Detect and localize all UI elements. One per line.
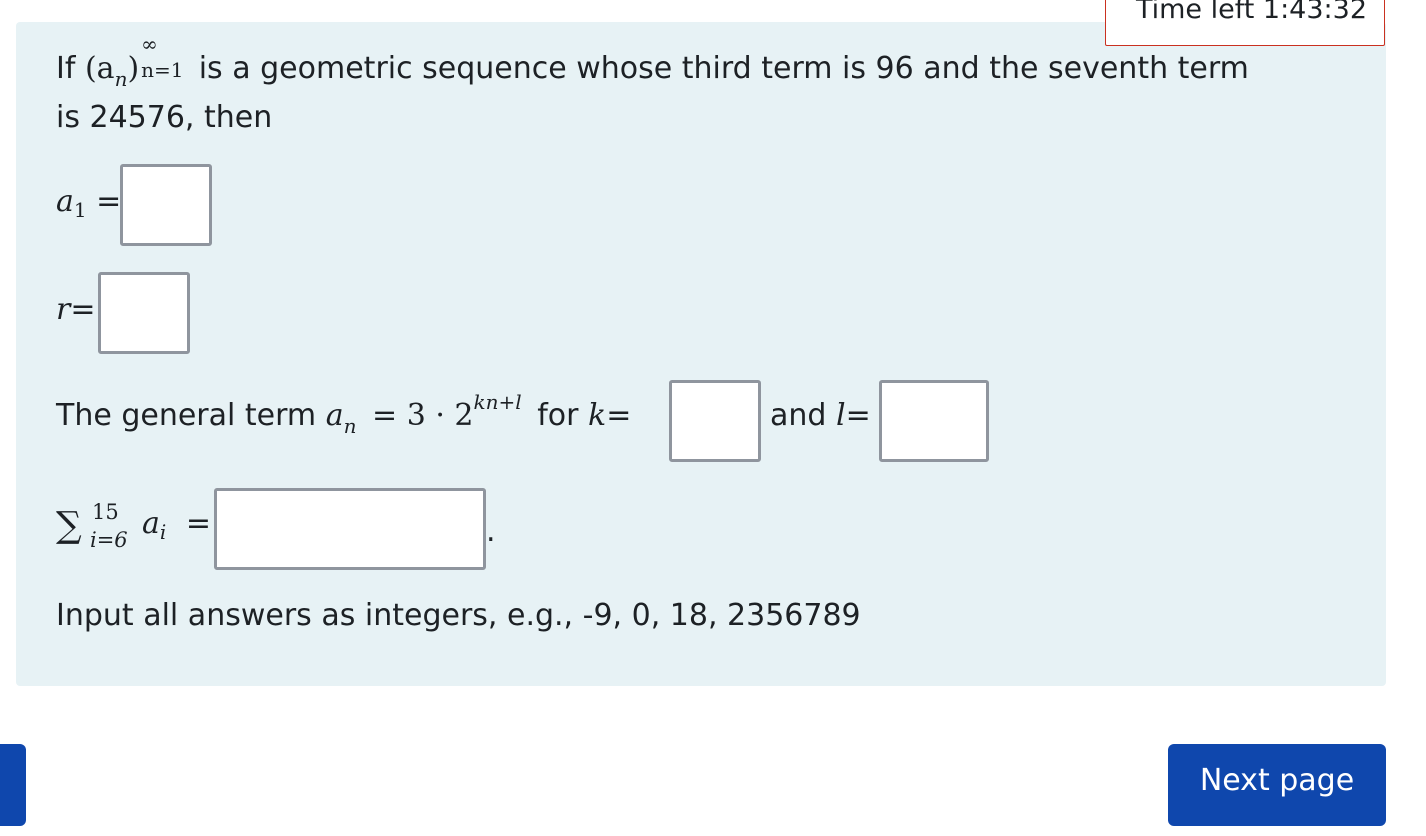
next-page-button[interactable]: Next page [1168,744,1386,826]
previous-page-button[interactable] [0,744,26,826]
r-label: r= [56,292,96,327]
a1-input[interactable] [123,167,209,243]
l-label: and l= [770,398,871,433]
r-input[interactable] [101,275,187,351]
timer: Time left 1:43:32 [1105,0,1385,46]
k-answer-box[interactable] [669,380,761,462]
sequence-notation: (an) ∞ n=1 [84,32,184,91]
a1-answer-box[interactable] [120,164,212,246]
k-input[interactable] [672,383,758,459]
l-input[interactable] [882,383,986,459]
question-intro-line2: is 24576, then [56,100,273,135]
sum-period: . [486,514,496,549]
l-answer-box[interactable] [879,380,989,462]
general-term-label: The general term an = 3 · 2kn+l for k= [56,390,632,438]
next-page-label: Next page [1199,763,1355,798]
sum-answer-box[interactable] [214,488,486,570]
timer-label: Time left 1:43:32 [1135,0,1367,25]
a1-label: a1 = [56,184,122,222]
question-intro-line1: If (an) ∞ n=1 is a geometric sequence whos… [56,32,1249,91]
instructions-text: Input all answers as integers, e.g., -9,… [56,598,861,633]
intro-rest: is a geometric sequence whose third term… [198,51,1249,86]
intro-if: If [56,51,76,86]
sigma-symbol: ∑ [56,505,82,546]
r-answer-box[interactable] [98,272,190,354]
sum-input[interactable] [217,491,483,567]
sum-label: ∑ 15 i=6 ai = [56,500,211,552]
sigma-lower: i=6 [90,528,128,552]
